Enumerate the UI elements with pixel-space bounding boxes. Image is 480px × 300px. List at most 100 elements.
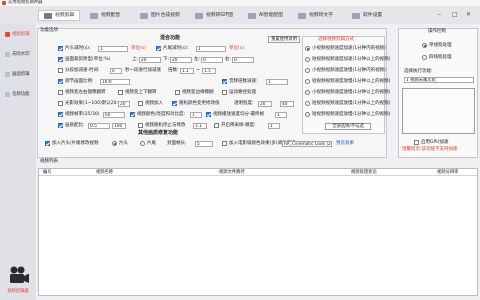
- close-icon[interactable]: ✕: [466, 11, 471, 18]
- video-list-table: 编号 视频名称 视频文件路径 视频处理状态 视频分辨率: [38, 168, 478, 296]
- tab-video-to-gif[interactable]: 视频转GIF图: [195, 10, 233, 21]
- intro-outro-checkbox[interactable]: [45, 141, 50, 146]
- playback-speed-label: 视频播放速度均分-最终帧: [213, 111, 265, 117]
- segment-speed-checkbox[interactable]: [58, 68, 63, 73]
- minimize-icon[interactable]: –: [438, 11, 441, 18]
- audio-speed-checkbox[interactable]: [222, 79, 227, 84]
- crop-bottom-label: 下:: [163, 56, 170, 62]
- cinematic-checkbox[interactable]: [222, 141, 227, 146]
- tab-settings[interactable]: 软件设置: [352, 10, 382, 21]
- crop-bottom-input[interactable]: 20: [170, 57, 192, 63]
- crop-left-label: 左:: [194, 56, 201, 62]
- framerate-input[interactable]: 60: [103, 112, 125, 118]
- aspect-ratio-checkbox[interactable]: [58, 79, 63, 84]
- crop-right-input[interactable]: 0: [232, 57, 254, 63]
- col-path: 视频文件路径: [219, 170, 245, 175]
- head-trim-checkbox[interactable]: [58, 46, 63, 51]
- gear-icon: [352, 12, 360, 19]
- mirror-lr-checkbox[interactable]: [58, 90, 63, 95]
- warning-text: 温馨提示:该功能不支持加速: [402, 147, 458, 152]
- sidebar-footer-label: 视频剪辑器: [7, 289, 29, 294]
- segment-speed-suffix: 秒一段进行加减速: [125, 67, 161, 73]
- video-camera-icon: [10, 266, 29, 283]
- function-select-label: 选择执行功能:: [404, 69, 433, 74]
- quality-input-2[interactable]: 100: [112, 123, 126, 129]
- sidebar-item-audio[interactable]: 音频功能: [2, 90, 35, 99]
- tab-dubbing[interactable]: 视频配音: [90, 10, 120, 21]
- app-logo-icon: [2, 1, 6, 5]
- tab-video-to-text[interactable]: 视频转文字: [298, 10, 333, 21]
- tail-trim-checkbox[interactable]: [156, 46, 161, 51]
- four-thread-radio[interactable]: [422, 55, 427, 60]
- cinematic-select[interactable]: RA_Cinematic Look (23) cube: [282, 141, 332, 147]
- table-header: 编号 视频名称 视频文件路径 视频处理状态 视频分辨率: [39, 169, 477, 176]
- random-color-label: 随机颜色变更修改值: [179, 100, 220, 106]
- function-select[interactable]: 1 视频去尾次结: [404, 77, 474, 83]
- video-add-checkbox[interactable]: [138, 101, 143, 106]
- downsample-input[interactable]: 1: [268, 123, 280, 129]
- crop-top-input[interactable]: 20: [139, 57, 161, 63]
- option-radio-1[interactable]: [305, 46, 310, 51]
- mirror-lr-label: 视频变左右镜像翻转: [65, 89, 106, 95]
- motion-path-checkbox[interactable]: [222, 90, 227, 95]
- playback-speed-checkbox[interactable]: [206, 112, 211, 117]
- option-label-6: 短视频视频速度放慢(1分钟以上的视频): [312, 100, 391, 106]
- option-radio-3[interactable]: [305, 68, 310, 73]
- preview-effect-link[interactable]: 预览效果: [336, 141, 354, 147]
- select-all-button[interactable]: 全部选择/不勾选: [325, 123, 371, 130]
- lighting-checkbox[interactable]: [58, 101, 63, 106]
- downsample-checkbox[interactable]: [214, 123, 219, 128]
- aspect-ratio-select[interactable]: 16:9: [100, 79, 130, 85]
- quality-input[interactable]: 0.5: [88, 123, 110, 129]
- crop-left-input[interactable]: 0: [201, 57, 223, 63]
- sidebar-item-video-clip[interactable]: 视频剪辑: [2, 30, 35, 39]
- brightness-input[interactable]: 1: [190, 112, 202, 118]
- opacity-label: 透明程度:: [234, 100, 254, 106]
- random-stop-input[interactable]: 1.1: [193, 123, 207, 129]
- tab-video-clip[interactable]: 视频剪辑: [38, 10, 81, 21]
- lighting-input[interactable]: 20: [118, 101, 130, 107]
- option-radio-6[interactable]: [305, 101, 310, 106]
- downsample-label: 开启降采样-精度:: [221, 122, 256, 128]
- option-radio-4[interactable]: [305, 79, 310, 84]
- head-trim-input[interactable]: 1: [98, 46, 128, 52]
- watermark-icon: [5, 52, 10, 57]
- crop-checkbox[interactable]: [58, 57, 63, 62]
- single-thread-radio[interactable]: [422, 43, 427, 48]
- flip-ud-checkbox[interactable]: [118, 90, 123, 95]
- tab-image-to-video[interactable]: 图片合成视频: [140, 10, 180, 21]
- tail-trim-input[interactable]: 1: [196, 46, 226, 52]
- framerate-checkbox[interactable]: [58, 112, 63, 117]
- reset-instructions-button[interactable]: 重置使用说明: [268, 36, 300, 43]
- option-radio-5[interactable]: [305, 90, 310, 95]
- option-radio-7[interactable]: [305, 112, 310, 117]
- multiplier-label: 倍数:: [168, 67, 179, 73]
- random-color-checkbox[interactable]: [172, 101, 177, 106]
- cover-frame-input[interactable]: 5: [195, 141, 213, 147]
- maximize-icon[interactable]: □: [452, 11, 458, 18]
- function-options-label: 功能选项: [40, 28, 58, 33]
- option-radio-2[interactable]: [305, 57, 310, 62]
- opacity-min-input[interactable]: 20: [258, 101, 272, 107]
- multiplier-min-input[interactable]: 1.1: [180, 68, 194, 74]
- edge-blur-checkbox[interactable]: [175, 90, 180, 95]
- multiplier-max-input[interactable]: 1.5: [202, 68, 216, 74]
- outro-radio[interactable]: [140, 141, 145, 146]
- intro-radio[interactable]: [112, 141, 117, 146]
- video-add-label: 视频加入: [145, 100, 163, 106]
- segment-speed-input[interactable]: 0: [110, 68, 122, 74]
- playback-speed-input[interactable]: 1: [275, 112, 287, 118]
- tab-ai-image[interactable]: AI智能配图: [248, 10, 283, 21]
- brightness-checkbox[interactable]: [130, 112, 135, 117]
- opacity-max-input[interactable]: 40: [280, 101, 294, 107]
- head-trim-unit: 单位(s): [131, 45, 146, 51]
- aspect-ratio-label: 调节画面比例:: [65, 78, 94, 84]
- cover-frame-label: 封面帧长:: [167, 140, 187, 146]
- random-stop-checkbox[interactable]: [138, 123, 143, 128]
- audio-speed-input[interactable]: 1: [266, 79, 288, 85]
- action-area: [402, 88, 475, 134]
- sidebar-item-frame-edit[interactable]: 画面剪辑: [2, 70, 35, 79]
- sidebar-item-remove-watermark[interactable]: 去除水印: [2, 50, 35, 59]
- quality-checkbox[interactable]: [58, 123, 63, 128]
- gpu-checkbox[interactable]: [414, 140, 419, 145]
